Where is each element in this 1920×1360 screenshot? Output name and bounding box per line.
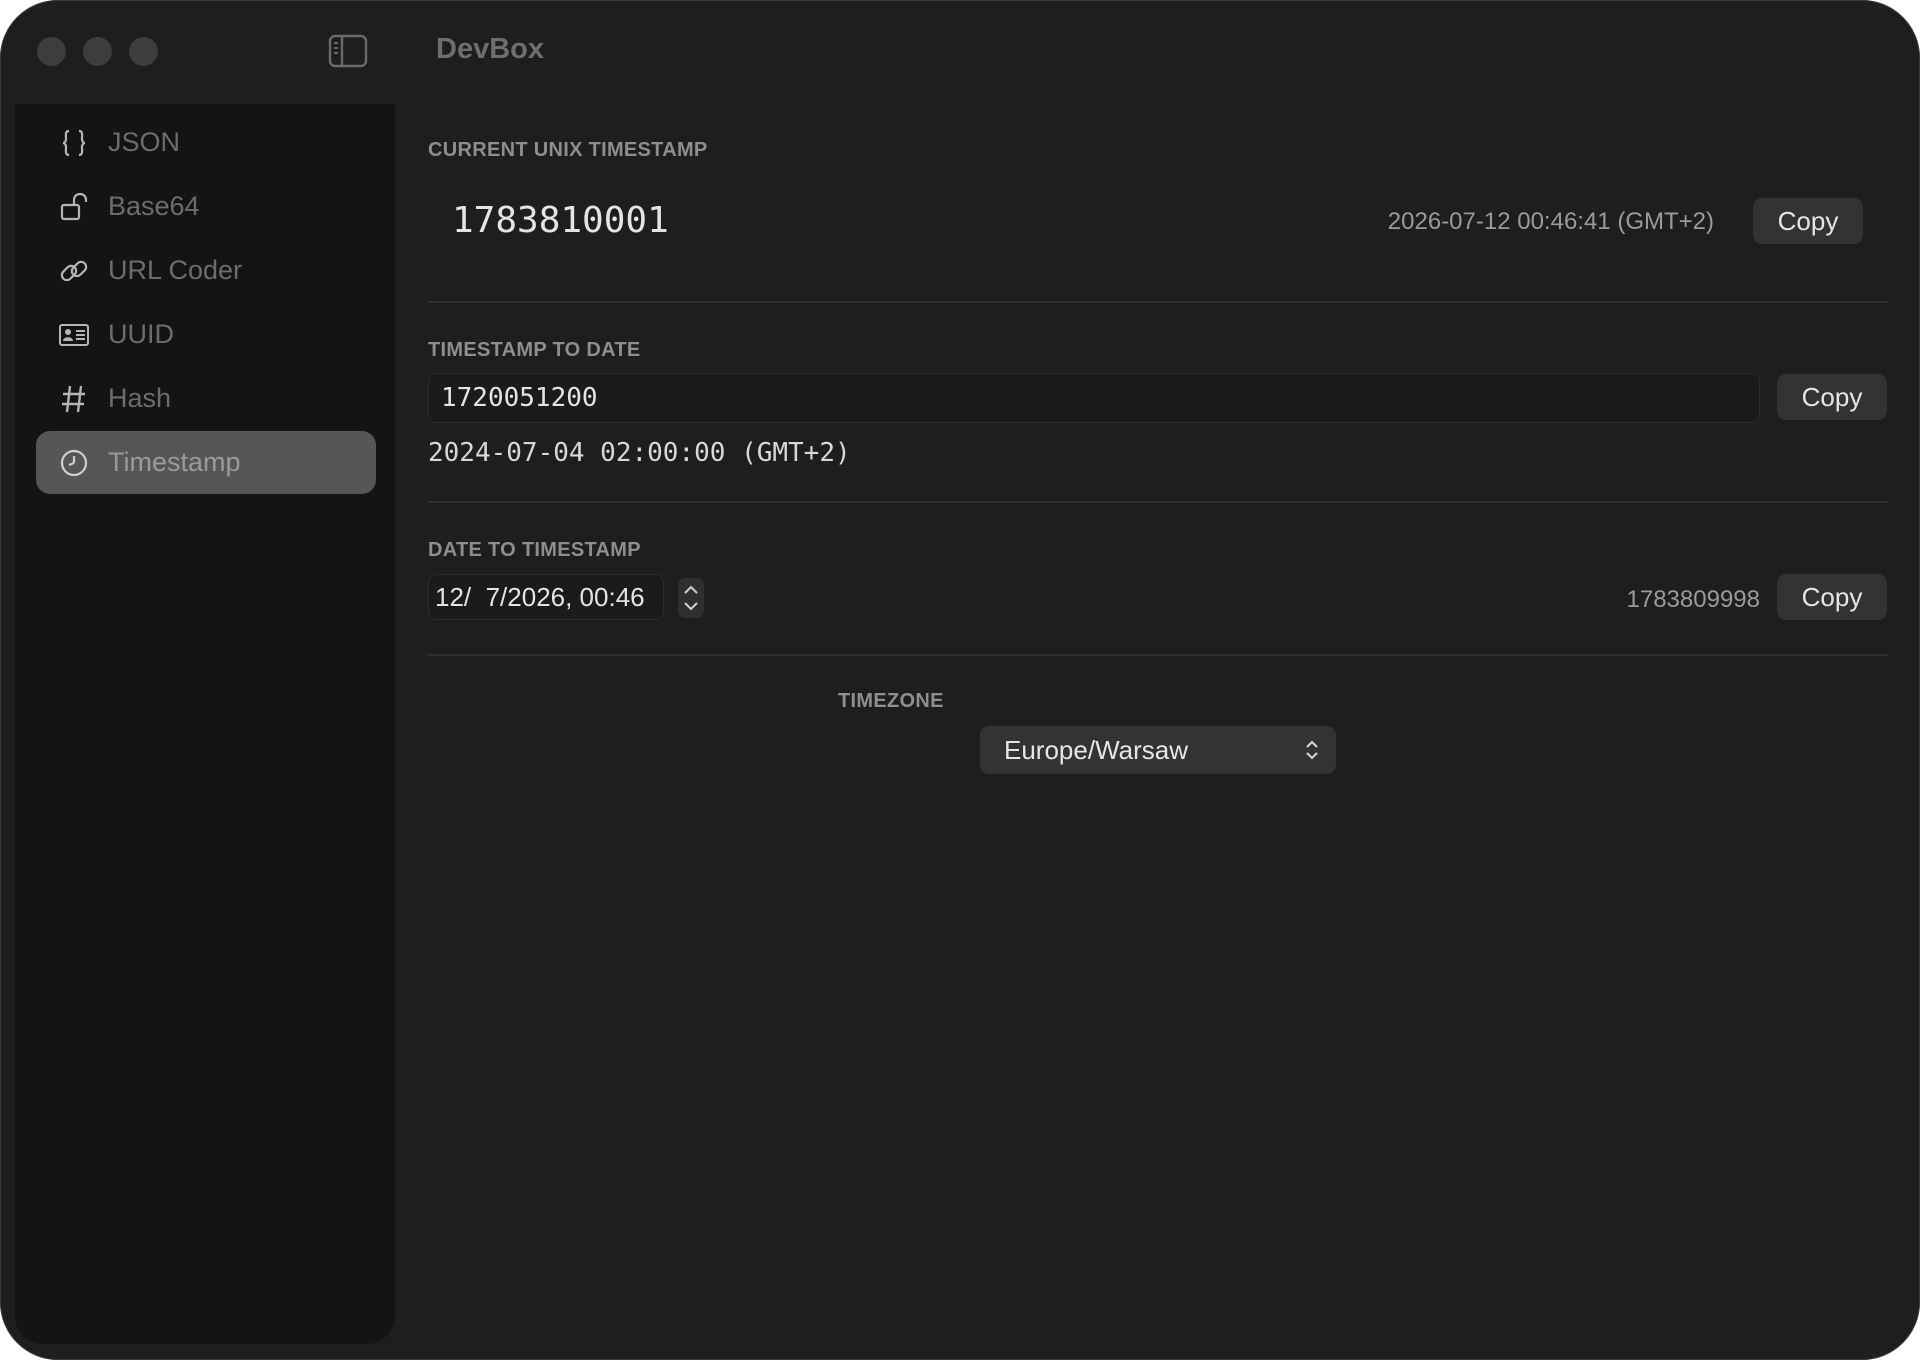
timestamp-to-date-title: TIMESTAMP TO DATE [428,339,641,361]
timestamp-input[interactable]: 1720051200 [428,373,1760,423]
sidebar-item-label: Timestamp [108,447,241,477]
copy-date-button[interactable]: Copy [1777,374,1887,420]
sidebar-toggle-icon[interactable] [328,34,368,68]
lock-open-icon [60,192,88,221]
chevron-up-down-icon [1306,740,1318,760]
sidebar-item-label: URL Coder [108,255,243,285]
current-timestamp-value: 1783810001 [452,200,669,241]
timezone-label: TIMEZONE [838,690,944,712]
link-icon [60,260,88,282]
copy-current-button[interactable]: Copy [1753,198,1863,244]
sidebar-item-url-coder[interactable]: URL Coder [36,239,376,302]
hash-icon [62,385,85,413]
divider [428,654,1888,656]
sidebar-item-label: UUID [108,319,174,349]
sidebar-item-label: JSON [108,127,181,157]
timezone-select[interactable]: Europe/Warsaw [980,726,1336,774]
clock-icon [60,449,88,477]
sidebar-item-timestamp[interactable]: Timestamp [36,431,376,494]
sidebar-item-label: Base64 [108,191,200,221]
current-timestamp-title: CURRENT UNIX TIMESTAMP [428,139,708,161]
sidebar-item-json[interactable]: JSON [36,111,376,174]
main-content: CURRENT UNIX TIMESTAMP 1783810001 2026-0… [428,104,1888,1344]
sidebar-item-hash[interactable]: Hash [36,367,376,430]
braces-icon [62,129,86,157]
id-card-icon [59,324,89,346]
date-stepper[interactable] [678,578,704,618]
sidebar-item-uuid[interactable]: UUID [36,303,376,366]
date-to-timestamp-title: DATE TO TIMESTAMP [428,539,641,561]
zoom-window-button[interactable] [129,37,158,66]
date-to-timestamp-result: 1783809998 [1626,586,1760,613]
minimize-window-button[interactable] [83,37,112,66]
current-timestamp-date: 2026-07-12 00:46:41 (GMT+2) [1387,208,1714,235]
copy-timestamp-button[interactable]: Copy [1777,574,1887,620]
app-window: DevBox JSON Base64 URL Coder UUID Hash T… [0,0,1920,1360]
close-window-button[interactable] [37,37,66,66]
sidebar-item-label: Hash [108,383,172,413]
app-title: DevBox [436,33,544,65]
date-picker-field[interactable]: 12/ 7/2026, 00:46 [428,574,664,620]
title-bar: DevBox [0,0,1920,104]
divider [428,301,1888,303]
timestamp-to-date-result: 2024-07-04 02:00:00 (GMT+2) [428,438,851,468]
sidebar: JSON Base64 URL Coder UUID Hash Timestam… [15,104,395,1344]
timezone-selected-value: Europe/Warsaw [1004,735,1188,765]
sidebar-item-base64[interactable]: Base64 [36,175,376,238]
divider [428,501,1888,503]
